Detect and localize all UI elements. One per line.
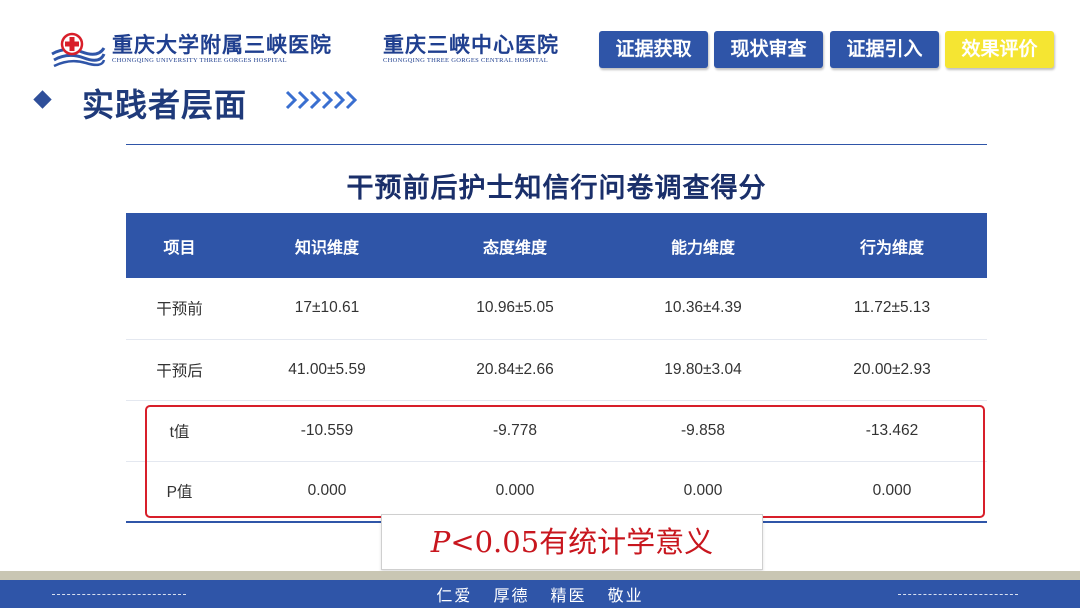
table-cell: 11.72±5.13 <box>797 278 987 340</box>
row-label: 干预后 <box>126 339 233 401</box>
table-title: 干预前后护士知信行问卷调查得分 <box>346 173 767 204</box>
header-knowledge: 知识维度 <box>233 213 421 278</box>
footer-strip <box>0 571 1080 580</box>
hospital-name-cn: 重庆大学附属三峡医院 <box>112 32 332 57</box>
table-header-row: 项目 知识维度 态度维度 能力维度 行为维度 <box>126 213 987 278</box>
significance-note: P<0.05有统计学意义 <box>381 514 763 570</box>
nav-evidence-introduction[interactable]: 证据引入 <box>830 31 939 68</box>
table-row-after: 干预后 41.00±5.59 20.84±2.66 19.80±3.04 20.… <box>126 339 987 401</box>
row-label: 干预前 <box>126 278 233 340</box>
diamond-bullet-icon <box>33 90 52 109</box>
nav-effect-evaluation[interactable]: 效果评价 <box>945 31 1054 68</box>
chevrons-right-icon <box>285 90 357 110</box>
table-cell: 41.00±5.59 <box>233 339 421 401</box>
hospital-name-secondary: 重庆三峡中心医院 CHONGQING THREE GORGES CENTRAL … <box>383 32 559 65</box>
note-p-symbol: P <box>430 525 451 559</box>
table-cell: 20.00±2.93 <box>797 339 987 401</box>
footer-motto: 仁爱 厚德 精医 敬业 <box>436 586 644 605</box>
header-item: 项目 <box>126 213 233 278</box>
table-cell: 10.96±5.05 <box>421 278 609 340</box>
nav-evidence-acquisition[interactable]: 证据获取 <box>599 31 708 68</box>
note-text: <0.05有统计学意义 <box>450 525 714 559</box>
nav-status-review[interactable]: 现状审查 <box>714 31 823 68</box>
significance-highlight-box <box>145 405 985 518</box>
table-cell: 19.80±3.04 <box>609 339 797 401</box>
hospital-name-en: CHONGQING THREE GORGES CENTRAL HOSPITAL <box>383 57 549 64</box>
hospital-name-primary: 重庆大学附属三峡医院 CHONGQING UNIVERSITY THREE GO… <box>112 32 332 65</box>
table-row-before: 干预前 17±10.61 10.96±5.05 10.36±4.39 11.72… <box>126 278 987 340</box>
header-attitude: 态度维度 <box>421 213 609 278</box>
table-cell: 10.36±4.39 <box>609 278 797 340</box>
divider-line <box>126 144 987 145</box>
hospital-logo-icon <box>51 32 106 68</box>
header-ability: 能力维度 <box>609 213 797 278</box>
table-cell: 17±10.61 <box>233 278 421 340</box>
header-behavior: 行为维度 <box>797 213 987 278</box>
section-title: 实践者层面 <box>82 86 248 124</box>
hospital-name-en: CHONGQING UNIVERSITY THREE GORGES HOSPIT… <box>112 57 287 64</box>
hospital-name-cn: 重庆三峡中心医院 <box>383 32 559 57</box>
table-cell: 20.84±2.66 <box>421 339 609 401</box>
